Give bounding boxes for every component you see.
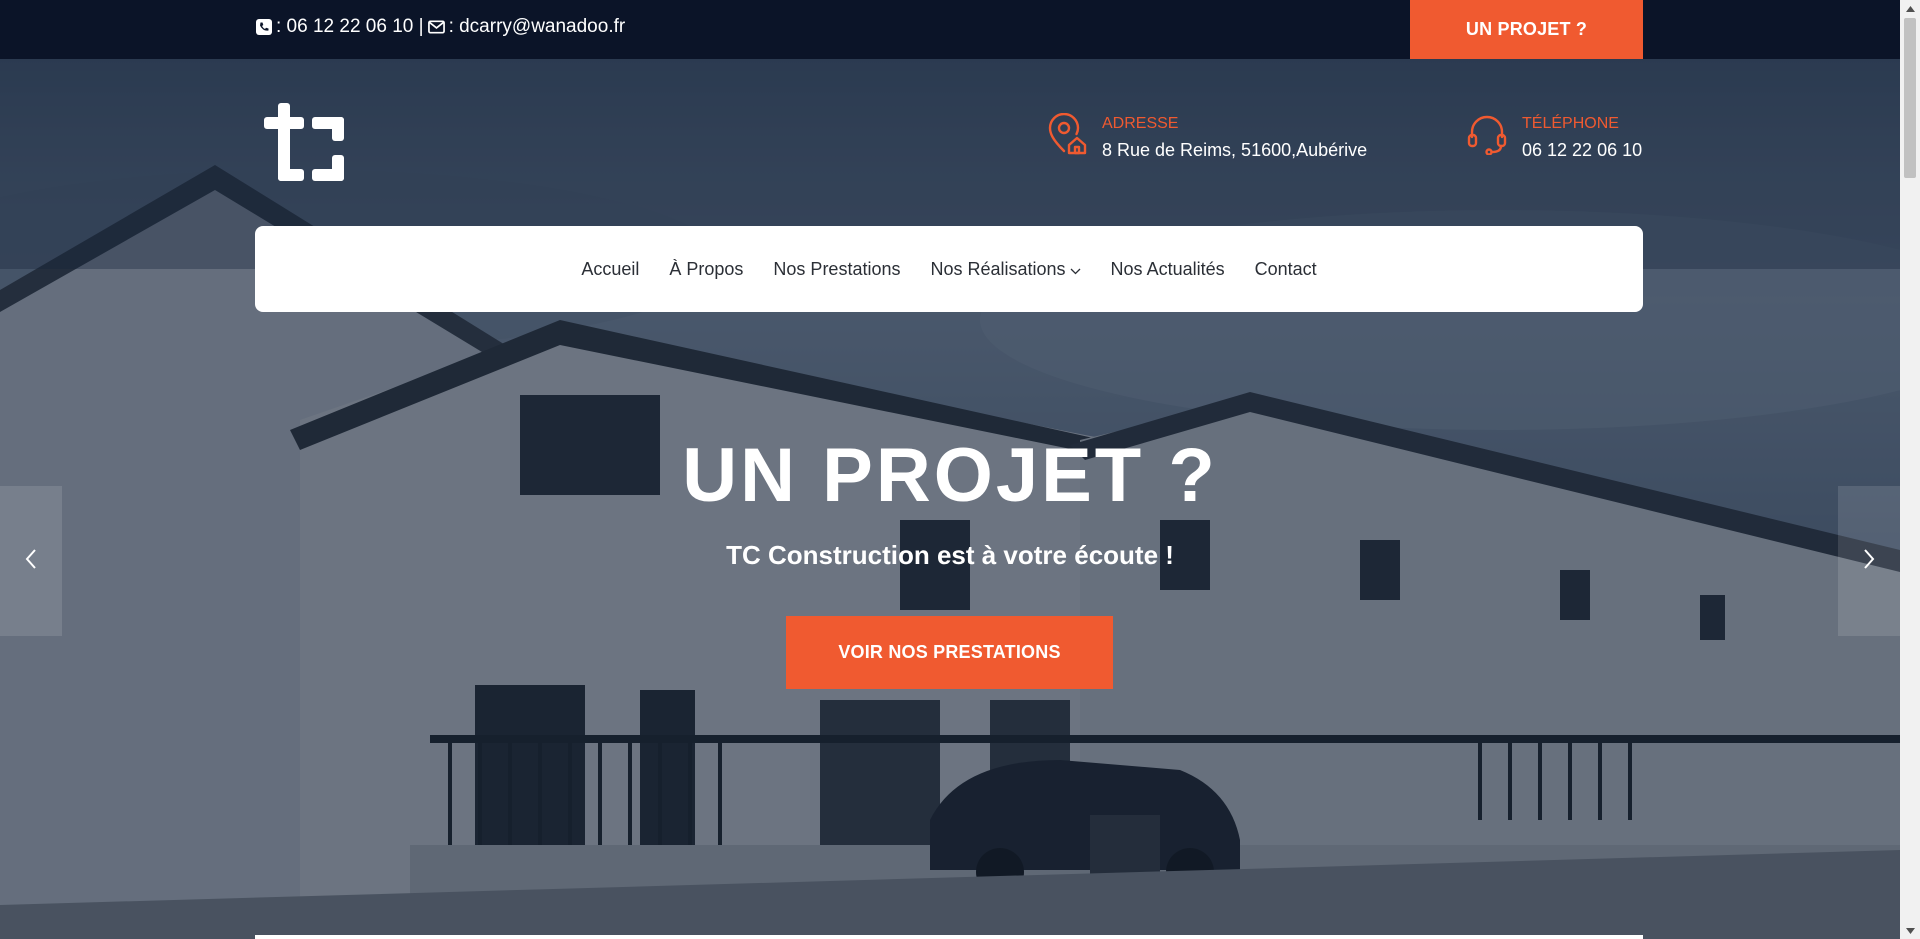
chevron-left-icon [24, 548, 38, 575]
headset-icon [1466, 113, 1508, 156]
nav-item-a-propos[interactable]: À Propos [669, 259, 743, 280]
scroll-thumb[interactable] [1904, 18, 1916, 178]
address-info: ADRESSE 8 Rue de Reims, 51600,Aubérive [1046, 112, 1368, 161]
phone-info: TÉLÉPHONE 06 12 22 06 10 [1466, 113, 1642, 161]
nav-item-nos-prestations[interactable]: Nos Prestations [773, 259, 900, 280]
nav-label: Nos Actualités [1110, 258, 1225, 279]
phone-label: TÉLÉPHONE [1522, 115, 1619, 132]
hero-title: UN PROJET ? [682, 433, 1218, 518]
nav-item-nos-actualites[interactable]: Nos Actualités [1111, 259, 1225, 280]
scroll-down-arrow-icon[interactable] [1900, 922, 1920, 939]
top-contact: : 06 12 22 06 10 | : dcarry@wanadoo.fr [255, 16, 625, 38]
nav-item-nos-realisations[interactable]: Nos Réalisations [930, 258, 1081, 280]
nav-label: Accueil [581, 258, 640, 279]
slider-next-button[interactable] [1838, 486, 1900, 636]
nav-label: À Propos [669, 258, 744, 279]
hero-subtitle: TC Construction est à votre écoute ! [726, 540, 1174, 570]
content-panel-edge [255, 935, 1643, 939]
nav-label: Nos Réalisations [930, 258, 1066, 279]
top-phone-text[interactable]: : 06 12 22 06 10 | [276, 16, 424, 38]
nav-label: Contact [1254, 258, 1317, 279]
address-label: ADRESSE [1102, 115, 1179, 132]
chevron-down-icon [1070, 259, 1081, 280]
chevron-right-icon [1862, 548, 1876, 575]
slider-prev-button[interactable] [0, 486, 62, 636]
project-cta-button[interactable]: UN PROJET ? [1410, 0, 1643, 59]
phone-square-icon [255, 19, 272, 36]
phone-value[interactable]: 06 12 22 06 10 [1522, 140, 1642, 161]
address-value: 8 Rue de Reims, 51600,Aubérive [1102, 140, 1368, 160]
site-logo[interactable] [264, 103, 344, 181]
top-email-text[interactable]: : dcarry@wanadoo.fr [449, 16, 626, 38]
scroll-up-arrow-icon[interactable] [1900, 0, 1920, 17]
nav-item-accueil[interactable]: Accueil [581, 259, 639, 280]
page-scrollbar[interactable] [1900, 0, 1920, 939]
top-bar: : 06 12 22 06 10 | : dcarry@wanadoo.fr U… [0, 0, 1900, 59]
main-navigation: Accueil À Propos Nos Prestations Nos Réa… [255, 226, 1643, 312]
nav-item-contact[interactable]: Contact [1255, 259, 1317, 280]
map-pin-home-icon [1046, 112, 1088, 155]
envelope-icon [427, 19, 445, 36]
view-services-button[interactable]: VOIR NOS PRESTATIONS [786, 616, 1113, 689]
nav-label: Nos Prestations [773, 258, 901, 279]
